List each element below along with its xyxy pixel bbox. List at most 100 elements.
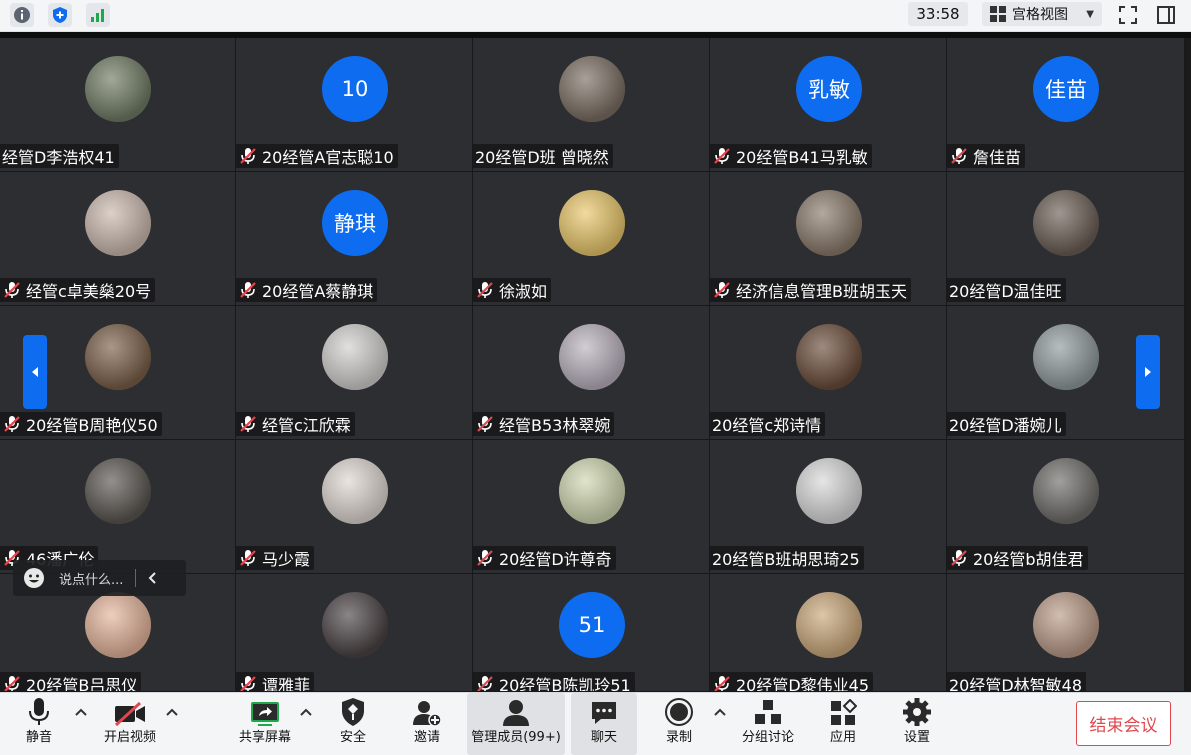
participant-name-tag: 经济信息管理B班胡玉天: [710, 278, 911, 302]
participant-tile[interactable]: 马少霞: [236, 440, 473, 574]
mute-button[interactable]: 静音: [14, 693, 64, 755]
avatar: [559, 324, 625, 390]
apps-button[interactable]: 应用: [820, 693, 866, 755]
share-screen-label: 共享屏幕: [238, 730, 291, 745]
participant-tile[interactable]: 经管c卓美燊20号: [0, 172, 236, 306]
mute-label: 静音: [25, 730, 52, 745]
breakout-rooms-button[interactable]: 分组讨论: [738, 693, 798, 755]
participant-tile[interactable]: 静琪 20经管A蔡静琪: [236, 172, 473, 306]
participant-tile[interactable]: 46潘广伦: [0, 440, 236, 574]
emoji-icon[interactable]: [23, 567, 45, 589]
avatar: [85, 324, 151, 390]
participant-tile[interactable]: 佳苗詹佳苗: [947, 38, 1185, 172]
participant-tile[interactable]: 徐淑如: [473, 172, 710, 306]
participant-tile[interactable]: 经管B53林翠婉: [473, 306, 710, 440]
participant-name-tag: 马少霞: [236, 546, 315, 570]
participant-name: 20经管B班胡思琦25: [712, 550, 860, 569]
participant-tile[interactable]: 10 20经管A官志聪10: [236, 38, 473, 172]
end-meeting-button[interactable]: 结束会议: [1076, 701, 1171, 746]
participant-name-tag: 经管c江欣霖: [236, 412, 355, 436]
participant-tile[interactable]: 20经管D班 曾晓然: [473, 38, 710, 172]
mute-options-chevron-icon[interactable]: [74, 705, 88, 719]
avatar: [796, 592, 862, 658]
settings-button[interactable]: 设置: [894, 693, 940, 755]
participant-tile[interactable]: 20经管D林智敏48: [947, 574, 1185, 692]
chevron-down-icon: ▼: [1086, 8, 1094, 20]
participant-tile[interactable]: 乳敏 20经管B41马乳敏: [710, 38, 947, 172]
participant-name: 马少霞: [262, 550, 311, 569]
muted-mic-icon: [240, 148, 256, 164]
muted-mic-icon: [951, 550, 967, 566]
security-button[interactable]: 安全: [330, 693, 376, 755]
avatar-initials: 佳苗: [1045, 78, 1087, 102]
muted-mic-icon: [240, 282, 256, 298]
participant-name: 20经管B周艳仪50: [26, 416, 158, 435]
participant-name-tag: 20经管B陈凯玲51: [473, 672, 635, 691]
participant-tile[interactable]: 20经管D黎伟业45: [710, 574, 947, 692]
avatar: [85, 190, 151, 256]
participant-name: 20经管D潘婉儿: [949, 416, 1062, 435]
participant-name-tag: 20经管c郑诗情: [710, 412, 826, 436]
participant-name-tag: 20经管b胡佳君: [947, 546, 1088, 570]
participant-tile[interactable]: 20经管B班胡思琦25: [710, 440, 947, 574]
participant-tile[interactable]: 经管c江欣霖: [236, 306, 473, 440]
record-button[interactable]: 录制: [656, 693, 702, 755]
muted-mic-icon: [4, 282, 20, 298]
participant-tile[interactable]: 20经管D温佳旺: [947, 172, 1185, 306]
participant-tile[interactable]: 谭雅菲: [236, 574, 473, 692]
participant-tile[interactable]: 20经管c郑诗情: [710, 306, 947, 440]
participant-name: 20经管B41马乳敏: [736, 148, 868, 167]
shield-icon[interactable]: [48, 3, 72, 27]
security-shield-icon: [342, 698, 364, 726]
participant-name: 徐淑如: [499, 282, 548, 301]
avatar: 10: [322, 56, 388, 122]
chevron-right-icon: [1145, 367, 1151, 377]
prev-page-button[interactable]: [23, 335, 47, 409]
participant-name: 20经管D许尊奇: [499, 550, 612, 569]
participant-name: 20经管D温佳旺: [949, 282, 1062, 301]
view-mode-select[interactable]: 宫格视图 ▼: [982, 2, 1102, 26]
avatar-initials: 乳敏: [808, 78, 850, 102]
participant-tile[interactable]: 经济信息管理B班胡玉天: [710, 172, 947, 306]
chat-button[interactable]: 聊天: [571, 693, 637, 755]
participant-name-tag: 20经管D黎伟业45: [710, 672, 874, 691]
video-options-chevron-icon[interactable]: [165, 705, 179, 719]
muted-mic-icon: [4, 676, 20, 691]
start-video-button[interactable]: 开启视频: [98, 693, 162, 755]
side-panel-icon[interactable]: [1154, 3, 1178, 27]
participant-tile[interactable]: 20经管b胡佳君: [947, 440, 1185, 574]
participant-name: 经管B53林翠婉: [499, 416, 611, 435]
next-page-button[interactable]: [1136, 335, 1160, 409]
participant-tile[interactable]: 20经管D许尊奇: [473, 440, 710, 574]
participant-name-tag: 20经管D班 曾晓然: [473, 144, 613, 168]
record-options-chevron-icon[interactable]: [713, 705, 727, 719]
participant-name: 20经管c郑诗情: [712, 416, 822, 435]
start-video-label: 开启视频: [103, 730, 156, 745]
fullscreen-icon[interactable]: [1116, 3, 1140, 27]
chat-quick-input[interactable]: 说点什么...: [13, 560, 186, 596]
avatar: [796, 458, 862, 524]
breakout-icon: [755, 700, 781, 724]
signal-icon[interactable]: [86, 3, 110, 27]
share-options-chevron-icon[interactable]: [299, 705, 313, 719]
participant-name-tag: 20经管B周艳仪50: [0, 412, 162, 436]
apps-icon: [831, 699, 857, 725]
divider: [135, 569, 137, 587]
avatar-initials: 51: [578, 613, 606, 637]
muted-mic-icon: [714, 282, 730, 298]
participant-tile[interactable]: 51 20经管B陈凯玲51: [473, 574, 710, 692]
info-icon[interactable]: [10, 3, 34, 27]
gear-icon: [903, 698, 931, 726]
record-icon: [665, 698, 693, 726]
manage-members-button[interactable]: 管理成员(99+): [467, 693, 565, 755]
participant-name-tag: 詹佳苗: [947, 144, 1026, 168]
invite-button[interactable]: 邀请: [404, 693, 450, 755]
participant-name-tag: 20经管A官志聪10: [236, 144, 398, 168]
participant-tile[interactable]: 经管D李浩权41: [0, 38, 236, 172]
avatar: [1033, 324, 1099, 390]
collapse-chevron-icon[interactable]: [146, 571, 160, 585]
share-screen-button[interactable]: 共享屏幕: [234, 693, 296, 755]
chat-placeholder[interactable]: 说点什么...: [59, 569, 123, 588]
avatar: [322, 458, 388, 524]
avatar: 乳敏: [796, 56, 862, 122]
